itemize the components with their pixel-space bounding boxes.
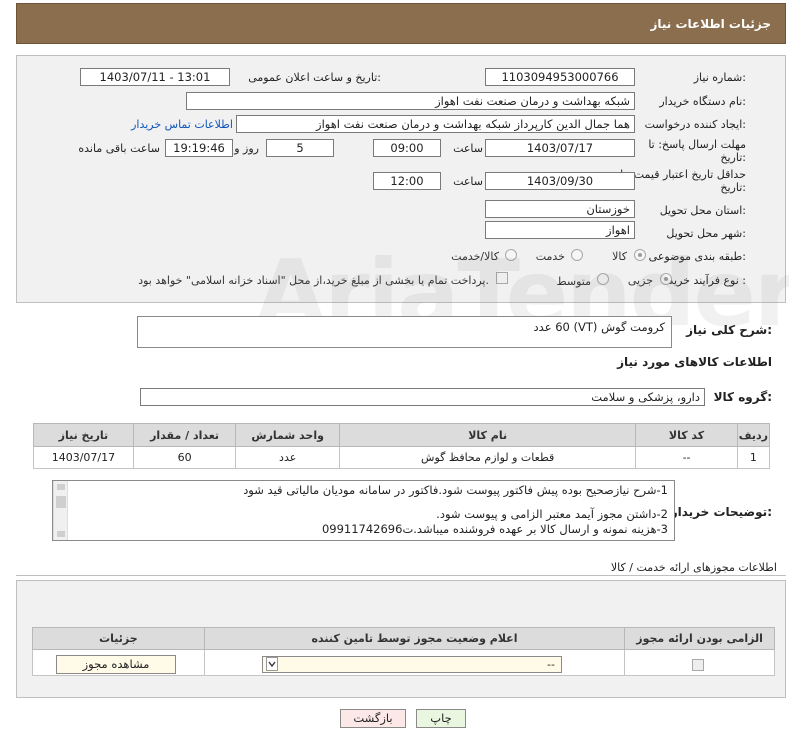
cell-row: 1 — [736, 446, 771, 469]
cell-qty: 60 — [132, 446, 237, 469]
goods-group-field: دارو، پزشکی و سلامت — [140, 388, 705, 406]
category-radio-both[interactable] — [505, 249, 517, 261]
scroll-down-icon[interactable] — [57, 531, 65, 537]
category-label: طبقه بندی موضوعی: — [648, 250, 746, 263]
col-qty: تعداد / مقدار — [132, 423, 237, 447]
process-option-minor: جزیی — [627, 274, 653, 287]
buyer-label: نام دستگاه خریدار: — [659, 95, 746, 108]
province-field: خوزستان — [485, 200, 635, 218]
scroll-up-icon[interactable] — [57, 484, 65, 490]
goods-section-title: اطلاعات کالاهای مورد نیاز — [617, 355, 772, 369]
goods-group-label: گروه کالا: — [713, 390, 772, 404]
category-option-both: کالا/خدمت — [451, 250, 499, 263]
col-row: ردیف — [736, 423, 771, 447]
chevron-down-icon[interactable] — [266, 657, 278, 671]
category-option-service: خدمت — [535, 250, 565, 263]
summary-label: شرح کلی نیاز: — [686, 323, 772, 337]
validity-label: حداقل تاریخ اعتبار قیمت: تا — [620, 168, 746, 181]
cell-code: -- — [635, 446, 738, 469]
remaining-label: ساعت باقی مانده — [78, 142, 160, 155]
cell-name: قطعات و لوازم محافظ گوش — [338, 446, 637, 469]
col-code: کد کالا — [635, 423, 738, 447]
permit-status-select[interactable]: -- — [262, 656, 562, 673]
process-option-medium: متوسط — [556, 275, 591, 288]
note-line-2: 2-داشتن مجوز آیمد معتبر الزامی و پیوست ش… — [436, 507, 668, 521]
days-field: 5 — [266, 139, 334, 157]
requester-label: ایجاد کننده درخواست: — [644, 118, 746, 131]
scroll-thumb[interactable] — [56, 496, 66, 508]
validity-time-field: 12:00 — [373, 172, 441, 190]
deadline-time-field: 09:00 — [373, 139, 441, 157]
cell-unit: عدد — [235, 446, 340, 469]
deadline-date-field: 1403/07/17 — [485, 139, 635, 157]
buyer-notes-textarea[interactable]: 1-شرح نیازصحیح بوده پیش فاکتور پیوست شود… — [52, 480, 675, 541]
announce-label: تاریخ و ساعت اعلان عمومی: — [248, 71, 381, 84]
province-label: استان محل تحویل: — [659, 204, 746, 217]
note-line-1: 1-شرح نیازصحیح بوده پیش فاکتور پیوست شود… — [243, 483, 668, 497]
validity-label-date: تاریخ: — [720, 181, 746, 194]
view-permit-button[interactable]: مشاهده مجوز — [56, 655, 176, 674]
col-permit-required: الزامی بودن ارائه مجوز — [624, 627, 775, 650]
table-row: 1 -- قطعات و لوازم محافظ گوش عدد 60 1403… — [33, 446, 771, 469]
treasury-note: پرداخت تمام یا بخشی از مبلغ خرید،از محل … — [138, 274, 489, 287]
buyer-notes-label: توضیحات خریدار: — [670, 505, 772, 519]
permits-title: اطلاعات مجوزهای ارائه خدمت / کالا — [610, 561, 777, 574]
category-radio-goods[interactable] — [634, 249, 646, 261]
goods-table: ردیف کد کالا نام کالا واحد شمارش تعداد /… — [33, 423, 771, 469]
treasury-checkbox[interactable] — [496, 272, 508, 284]
requester-field: هما جمال الدین کارپرداز شبکه بهداشت و در… — [236, 115, 635, 133]
validity-date-field: 1403/09/30 — [485, 172, 635, 190]
announce-field: 1403/07/11 - 13:01 — [80, 68, 230, 86]
process-label: نوع فرآیند خرید : — [668, 274, 746, 287]
permit-status-value: -- — [547, 658, 555, 671]
validity-time-label: ساعت — [453, 175, 483, 188]
process-radio-minor[interactable] — [660, 273, 672, 285]
need-number-label: شماره نیاز: — [693, 71, 746, 84]
process-radio-medium[interactable] — [597, 273, 609, 285]
col-date: تاریخ نیاز — [33, 423, 134, 447]
note-line-spacer — [59, 498, 668, 507]
city-label: شهر محل تحویل: — [666, 227, 746, 240]
remaining-time-field: 19:19:46 — [165, 139, 233, 157]
note-line-3: 3-هزینه نمونه و ارسال کالا بر عهده فروشن… — [321, 522, 668, 536]
deadline-label: مهلت ارسال پاسخ: تا — [648, 138, 746, 151]
contact-buyer-link[interactable]: اطلاعات تماس خریدار — [131, 118, 233, 131]
permit-required-checkbox[interactable] — [692, 659, 704, 671]
deadline-label-date: تاریخ: — [720, 151, 746, 164]
col-permit-status: اعلام وضعیت مجوز توسط تامین کننده — [203, 627, 626, 650]
days-label: روز و — [234, 142, 259, 155]
col-permit-details: جزئیات — [32, 627, 205, 650]
buyer-field: شبکه بهداشت و درمان صنعت نفت اهواز — [186, 92, 635, 110]
category-radio-service[interactable] — [571, 249, 583, 261]
category-option-goods: کالا — [612, 250, 627, 263]
col-unit: واحد شمارش — [235, 423, 340, 447]
permits-divider — [16, 575, 786, 576]
cell-date: 1403/07/17 — [33, 446, 134, 469]
back-button[interactable]: بازگشت — [340, 709, 406, 728]
summary-field: کرومت گوش (VT) 60 عدد — [137, 316, 672, 348]
print-button[interactable]: چاپ — [416, 709, 466, 728]
need-number-field: 1103094953000766 — [485, 68, 635, 86]
deadline-time-label: ساعت — [453, 142, 483, 155]
city-field: اهواز — [485, 221, 635, 239]
col-name: نام کالا — [338, 423, 637, 447]
page-title: جزئیات اطلاعات نیاز — [650, 17, 771, 31]
page-header: جزئیات اطلاعات نیاز — [16, 3, 786, 44]
